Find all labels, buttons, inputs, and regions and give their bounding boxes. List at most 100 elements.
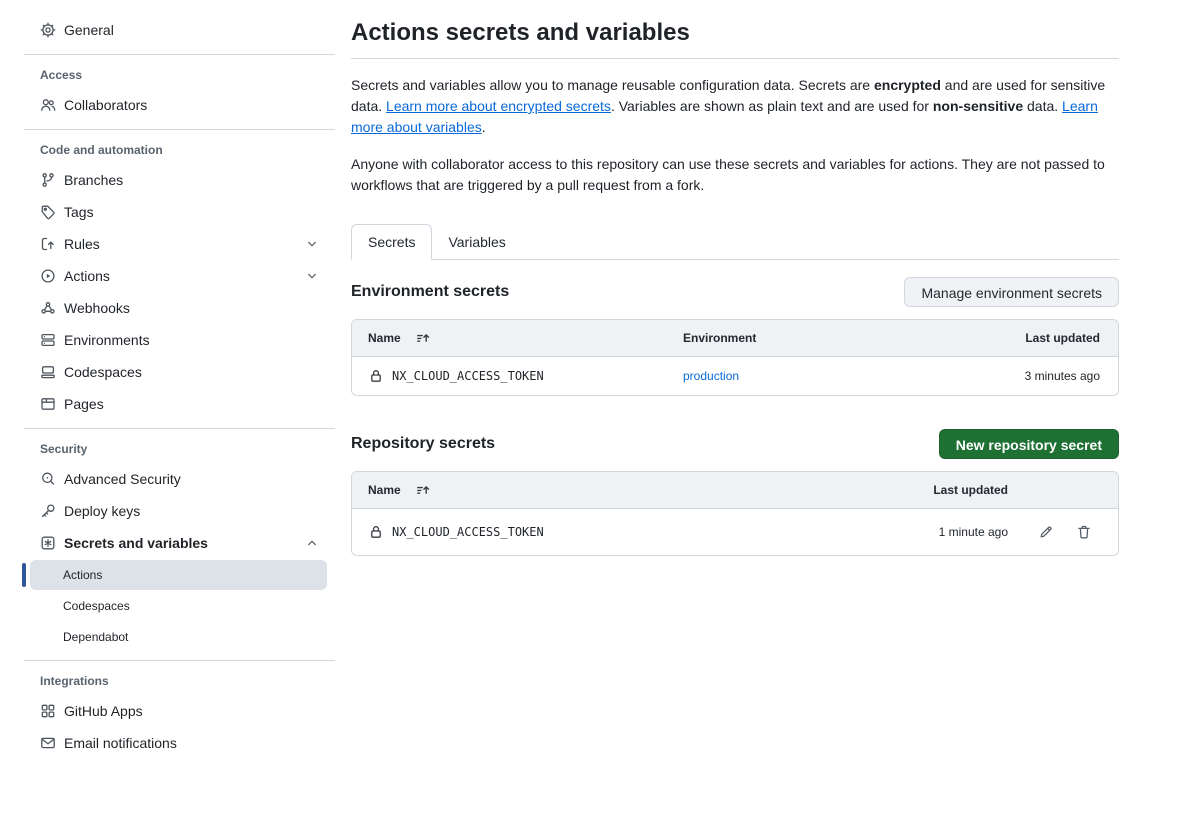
webhook-icon: [40, 300, 56, 316]
environment-cell: production: [683, 369, 1025, 383]
apps-icon: [40, 703, 56, 719]
environment-secrets-table: Name Environment Last updated NX_CLOUD_A…: [351, 319, 1119, 396]
key-icon: [40, 503, 56, 519]
settings-sidebar: General Access Collaborators Code and au…: [0, 0, 335, 837]
environment-link[interactable]: production: [683, 369, 739, 383]
trash-icon: [1076, 524, 1092, 540]
lock-icon: [368, 524, 384, 540]
sidebar-item-label: Actions: [64, 268, 110, 284]
tab-variables[interactable]: Variables: [432, 225, 521, 259]
sidebar-item-label: Codespaces: [64, 364, 142, 380]
sidebar-item-label: Collaborators: [64, 97, 147, 113]
title-divider: [351, 58, 1119, 59]
sidebar-subitem-codespaces[interactable]: Codespaces: [30, 591, 327, 621]
sidebar-item-email-notifications[interactable]: Email notifications: [24, 727, 335, 759]
sidebar-item-codespaces[interactable]: Codespaces: [24, 356, 335, 388]
sidebar-item-label: Advanced Security: [64, 471, 181, 487]
sidebar-item-label: Rules: [64, 236, 100, 252]
table-header-row: Name Environment Last updated: [352, 320, 1118, 356]
collaborator-paragraph: Anyone with collaborator access to this …: [351, 154, 1119, 196]
sidebar-item-label: General: [64, 22, 114, 38]
sidebar-item-advanced-security[interactable]: Advanced Security: [24, 463, 335, 495]
new-repository-secret-button[interactable]: New repository secret: [939, 429, 1119, 459]
sidebar-section-access: Access: [24, 68, 335, 82]
page-title: Actions secrets and variables: [351, 18, 1119, 48]
tag-icon: [40, 204, 56, 220]
sort-ascending-icon: [415, 330, 431, 346]
sidebar-item-label: Secrets and variables: [64, 535, 208, 551]
sidebar-item-label: Pages: [64, 396, 104, 412]
sidebar-item-label: Branches: [64, 172, 123, 188]
sidebar-item-github-apps[interactable]: GitHub Apps: [24, 695, 335, 727]
edit-secret-button[interactable]: [1038, 524, 1054, 540]
secret-name: NX_CLOUD_ACCESS_TOKEN: [392, 369, 544, 383]
sidebar-item-label: Webhooks: [64, 300, 130, 316]
sidebar-item-environments[interactable]: Environments: [24, 324, 335, 356]
sidebar-item-rules[interactable]: Rules: [24, 228, 335, 260]
column-header-name[interactable]: Name: [352, 482, 888, 498]
sidebar-item-webhooks[interactable]: Webhooks: [24, 292, 335, 324]
secret-name: NX_CLOUD_ACCESS_TOKEN: [392, 525, 544, 539]
column-header-label: Name: [368, 331, 401, 345]
column-header-name[interactable]: Name: [352, 330, 683, 346]
play-icon: [40, 268, 56, 284]
manage-environment-secrets-button[interactable]: Manage environment secrets: [904, 277, 1119, 307]
repository-secrets-table: Name Last updated NX_CLOUD_ACCESS_TOKEN …: [351, 471, 1119, 556]
codespaces-icon: [40, 364, 56, 380]
rules-icon: [40, 236, 56, 252]
intro-bold-nonsensitive: non-sensitive: [933, 98, 1023, 114]
sidebar-item-label: Tags: [64, 204, 94, 220]
main-content: Actions secrets and variables Secrets an…: [351, 0, 1119, 837]
repo-settings-page: General Access Collaborators Code and au…: [0, 0, 1177, 837]
intro-text: .: [482, 119, 486, 135]
browser-icon: [40, 396, 56, 412]
sidebar-item-pages[interactable]: Pages: [24, 388, 335, 420]
active-indicator-bar: [22, 563, 26, 587]
sidebar-section-integrations: Integrations: [24, 674, 335, 688]
column-header-last-updated: Last updated: [888, 483, 1008, 497]
lock-icon: [368, 368, 384, 384]
sidebar-section-code-automation: Code and automation: [24, 143, 335, 157]
sidebar-subitem-label: Codespaces: [63, 599, 130, 613]
sidebar-item-general[interactable]: General: [24, 14, 335, 46]
mail-icon: [40, 735, 56, 751]
repository-secrets-heading: Repository secrets: [351, 435, 495, 453]
intro-bold-encrypted: encrypted: [874, 77, 941, 93]
row-actions: [1008, 524, 1118, 540]
sidebar-item-label: GitHub Apps: [64, 703, 143, 719]
delete-secret-button[interactable]: [1076, 524, 1092, 540]
last-updated-cell: 3 minutes ago: [1025, 369, 1118, 383]
sidebar-item-label: Email notifications: [64, 735, 177, 751]
sidebar-item-tags[interactable]: Tags: [24, 196, 335, 228]
repository-secrets-header: Repository secrets New repository secret: [351, 428, 1119, 460]
intro-text: Secrets and variables allow you to manag…: [351, 77, 874, 93]
link-encrypted-secrets[interactable]: Learn more about encrypted secrets: [386, 98, 611, 114]
git-branch-icon: [40, 172, 56, 188]
sidebar-divider: [24, 428, 335, 429]
sidebar-divider: [24, 129, 335, 130]
chevron-down-icon: [306, 238, 318, 250]
chevron-down-icon: [306, 270, 318, 282]
sidebar-subitem-actions[interactable]: Actions: [30, 560, 327, 590]
sidebar-subitem-dependabot[interactable]: Dependabot: [30, 622, 327, 652]
secrets-variables-tabs: Secrets Variables: [351, 224, 1119, 260]
environment-secrets-header: Environment secrets Manage environment s…: [351, 276, 1119, 308]
sidebar-subitem-label: Dependabot: [63, 630, 128, 644]
environments-icon: [40, 332, 56, 348]
tab-secrets[interactable]: Secrets: [351, 224, 432, 260]
sidebar-item-deploy-keys[interactable]: Deploy keys: [24, 495, 335, 527]
sidebar-divider: [24, 54, 335, 55]
sidebar-item-actions[interactable]: Actions: [24, 260, 335, 292]
sidebar-item-branches[interactable]: Branches: [24, 164, 335, 196]
secret-name-cell: NX_CLOUD_ACCESS_TOKEN: [352, 368, 683, 384]
codescan-icon: [40, 471, 56, 487]
secret-name-cell: NX_CLOUD_ACCESS_TOKEN: [352, 524, 888, 540]
sidebar-item-secrets-and-variables[interactable]: Secrets and variables: [24, 527, 335, 559]
sidebar-divider: [24, 660, 335, 661]
intro-paragraph: Secrets and variables allow you to manag…: [351, 75, 1119, 138]
sidebar-item-collaborators[interactable]: Collaborators: [24, 89, 335, 121]
sidebar-section-security: Security: [24, 442, 335, 456]
sort-ascending-icon: [415, 482, 431, 498]
sidebar-item-label: Environments: [64, 332, 150, 348]
column-header-last-updated: Last updated: [1025, 331, 1118, 345]
